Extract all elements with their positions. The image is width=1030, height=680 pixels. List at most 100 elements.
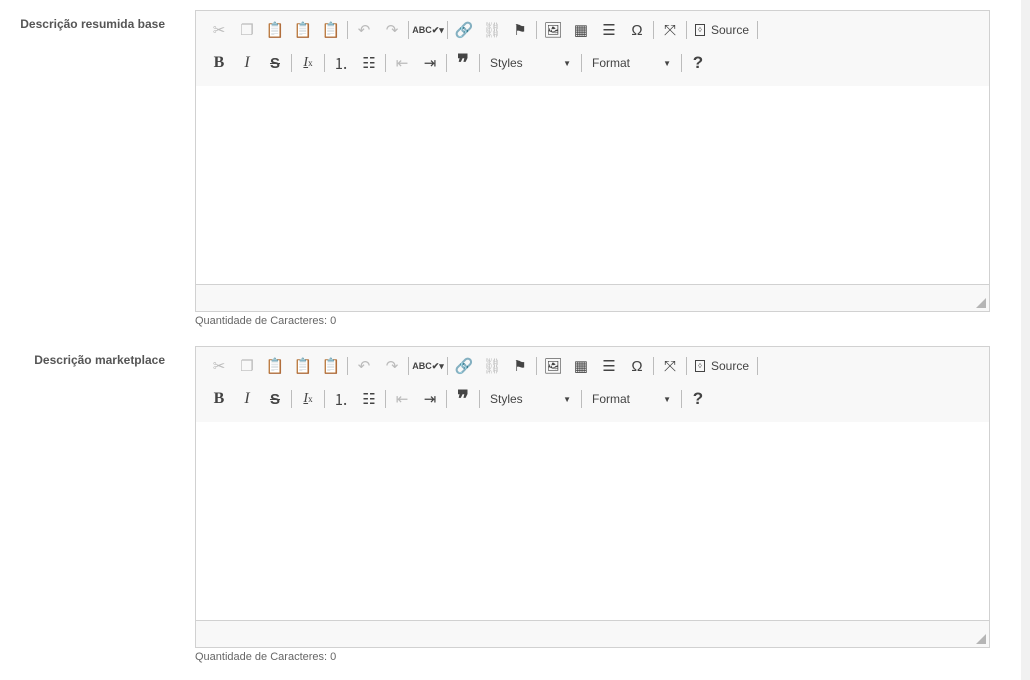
styles-dropdown[interactable]: Styles ▼ — [482, 387, 579, 411]
help-icon[interactable]: ? — [684, 51, 712, 75]
paste-text-icon[interactable]: 📋 — [289, 18, 317, 42]
special-char-icon[interactable]: Ω — [623, 18, 651, 42]
toolbar-separator — [536, 21, 537, 39]
spellcheck-icon[interactable]: ABC✔▾ — [411, 18, 445, 42]
toolbar-separator — [681, 390, 682, 408]
toolbar-separator — [757, 21, 759, 39]
table-icon[interactable]: ▦ — [567, 354, 595, 378]
format-dropdown[interactable]: Format ▼ — [584, 387, 679, 411]
horizontal-line-icon[interactable]: ☰ — [595, 18, 623, 42]
copy-icon[interactable]: ❐ — [233, 18, 261, 42]
styles-dropdown[interactable]: Styles ▼ — [482, 51, 579, 75]
character-counter: Quantidade de Caracteres: 0 — [195, 651, 337, 663]
toolbar-separator — [446, 54, 447, 72]
source-label: Source — [711, 23, 750, 37]
redo-icon[interactable]: ↷ — [378, 354, 406, 378]
paste-text-icon[interactable]: 📋 — [289, 354, 317, 378]
resize-handle-icon[interactable] — [976, 634, 986, 644]
unlink-icon[interactable]: ⛓ — [478, 354, 506, 378]
maximize-icon[interactable]: ⤧ — [656, 18, 684, 42]
page-scrollbar[interactable] — [1021, 0, 1030, 680]
anchor-flag-icon[interactable]: ⚑ — [506, 18, 534, 42]
numbered-list-icon[interactable]: ⒈ — [327, 387, 355, 411]
undo-icon[interactable]: ↶ — [350, 18, 378, 42]
anchor-flag-icon[interactable]: ⚑ — [506, 354, 534, 378]
toolbar-separator — [324, 54, 325, 72]
toolbar-row-1: ✂ ❐ 📋 📋 📋 ↶ ↷ ABC✔▾ 🔗 ⛓ ⚑ 🖼 ▦ ☰ Ω ⤧ ◊ So… — [205, 354, 760, 378]
blockquote-icon[interactable]: ❞ — [449, 50, 477, 75]
toolbar-separator — [347, 357, 348, 375]
outdent-icon[interactable]: ⇤ — [388, 387, 416, 411]
rich-text-editor[interactable]: ✂ ❐ 📋 📋 📋 ↶ ↷ ABC✔▾ 🔗 ⛓ ⚑ 🖼 ▦ ☰ Ω ⤧ ◊ So… — [195, 10, 990, 312]
resize-handle-icon[interactable] — [976, 298, 986, 308]
chevron-down-icon: ▼ — [563, 394, 571, 404]
cut-icon[interactable]: ✂ — [205, 354, 233, 378]
bulleted-list-icon[interactable]: ☷ — [355, 51, 383, 75]
horizontal-line-icon[interactable]: ☰ — [595, 354, 623, 378]
link-icon[interactable]: 🔗 — [450, 354, 478, 378]
maximize-icon[interactable]: ⤧ — [656, 354, 684, 378]
format-dropdown[interactable]: Format ▼ — [584, 51, 679, 75]
outdent-icon[interactable]: ⇤ — [388, 51, 416, 75]
redo-icon[interactable]: ↷ — [378, 18, 406, 42]
indent-icon[interactable]: ⇥ — [416, 387, 444, 411]
cut-icon[interactable]: ✂ — [205, 18, 233, 42]
spellcheck-icon[interactable]: ABC✔▾ — [411, 354, 445, 378]
chevron-down-icon: ▼ — [663, 58, 671, 68]
toolbar-separator — [653, 357, 654, 375]
strikethrough-button[interactable]: S — [261, 51, 289, 75]
toolbar-separator — [581, 390, 582, 408]
image-icon[interactable]: 🖼 — [539, 18, 567, 42]
toolbar-separator — [447, 21, 448, 39]
format-label: Format — [592, 392, 631, 406]
source-label: Source — [711, 359, 750, 373]
source-doc-icon: ◊ — [695, 360, 705, 372]
source-doc-icon: ◊ — [695, 24, 705, 36]
help-icon[interactable]: ? — [684, 387, 712, 411]
link-icon[interactable]: 🔗 — [450, 18, 478, 42]
table-icon[interactable]: ▦ — [567, 18, 595, 42]
italic-button[interactable]: I — [233, 387, 261, 411]
source-button[interactable]: ◊ Source — [689, 18, 755, 42]
image-icon[interactable]: 🖼 — [539, 354, 567, 378]
toolbar-separator — [446, 390, 447, 408]
paste-word-icon[interactable]: 📋 — [317, 18, 345, 42]
toolbar-separator — [291, 54, 292, 72]
unlink-icon[interactable]: ⛓ — [478, 18, 506, 42]
paste-word-icon[interactable]: 📋 — [317, 354, 345, 378]
editor-footer — [196, 284, 989, 311]
field-label: Descrição marketplace — [34, 353, 165, 367]
bold-button[interactable]: B — [205, 51, 233, 75]
toolbar-separator — [686, 357, 687, 375]
editor-content-area[interactable] — [196, 422, 989, 622]
source-button[interactable]: ◊ Source — [689, 354, 755, 378]
toolbar-separator — [581, 54, 582, 72]
blockquote-icon[interactable]: ❞ — [449, 386, 477, 411]
bold-button[interactable]: B — [205, 387, 233, 411]
editor-content-area[interactable] — [196, 86, 989, 286]
indent-icon[interactable]: ⇥ — [416, 51, 444, 75]
remove-format-icon[interactable]: Ix — [294, 51, 322, 75]
italic-button[interactable]: I — [233, 51, 261, 75]
toolbar-row-1: ✂ ❐ 📋 📋 📋 ↶ ↷ ABC✔▾ 🔗 ⛓ ⚑ 🖼 ▦ ☰ Ω ⤧ ◊ So… — [205, 18, 760, 42]
numbered-list-icon[interactable]: ⒈ — [327, 51, 355, 75]
paste-icon[interactable]: 📋 — [261, 18, 289, 42]
copy-icon[interactable]: ❐ — [233, 354, 261, 378]
toolbar-separator — [536, 357, 537, 375]
paste-icon[interactable]: 📋 — [261, 354, 289, 378]
special-char-icon[interactable]: Ω — [623, 354, 651, 378]
toolbar-separator — [324, 390, 325, 408]
character-counter: Quantidade de Caracteres: 0 — [195, 315, 337, 327]
rich-text-editor[interactable]: ✂ ❐ 📋 📋 📋 ↶ ↷ ABC✔▾ 🔗 ⛓ ⚑ 🖼 ▦ ☰ Ω ⤧ ◊ So… — [195, 346, 990, 648]
chevron-down-icon: ▼ — [563, 58, 571, 68]
toolbar-separator — [291, 390, 292, 408]
bulleted-list-icon[interactable]: ☷ — [355, 387, 383, 411]
format-label: Format — [592, 56, 631, 70]
toolbar-separator — [479, 390, 480, 408]
toolbar-separator — [408, 357, 409, 375]
editor-toolbar: ✂ ❐ 📋 📋 📋 ↶ ↷ ABC✔▾ 🔗 ⛓ ⚑ 🖼 ▦ ☰ Ω ⤧ ◊ So… — [196, 347, 989, 423]
undo-icon[interactable]: ↶ — [350, 354, 378, 378]
remove-format-icon[interactable]: Ix — [294, 387, 322, 411]
styles-label: Styles — [490, 56, 523, 70]
strikethrough-button[interactable]: S — [261, 387, 289, 411]
